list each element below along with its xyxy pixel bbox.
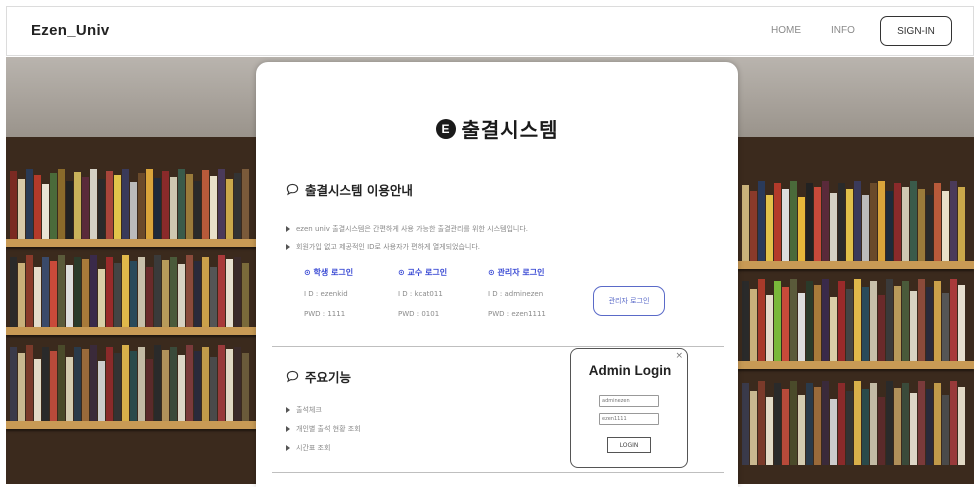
student-login-info: ⊙ 학생 로그인 I D : ezenkid PWD : 1111 bbox=[304, 267, 353, 330]
bullet-arrow-icon bbox=[286, 445, 290, 451]
guide-bullet: ezen univ 출결시스템은 간편하게 사용 가능한 출결관리를 위한 시스… bbox=[286, 224, 528, 234]
admin-login-label: ⊙ 관리자 로그인 bbox=[488, 268, 545, 277]
student-login-label: ⊙ 학생 로그인 bbox=[304, 268, 354, 277]
bullet-arrow-icon bbox=[286, 244, 290, 250]
admin-login-button[interactable]: 관리자 로그인 bbox=[593, 286, 665, 316]
admin-login-popup: × Admin Login LOGIN bbox=[570, 348, 688, 468]
left-bookshelf bbox=[6, 137, 258, 484]
feature-bullet-text: 개인별 출석 현황 조회 bbox=[296, 425, 361, 433]
guide-section-title: 출결시스템 이용안내 bbox=[305, 183, 413, 198]
nav-home-link[interactable]: HOME bbox=[771, 25, 801, 36]
brand-logo[interactable]: Ezen_Univ bbox=[31, 22, 110, 39]
book-row bbox=[742, 381, 966, 465]
admin-pwd-text: PWD : ezen1111 bbox=[488, 310, 546, 318]
shelf-board bbox=[6, 421, 258, 429]
sign-in-button[interactable]: SIGN-IN bbox=[880, 16, 952, 46]
admin-login-info: ⊙ 관리자 로그인 I D : adminezen PWD : ezen1111 bbox=[488, 267, 546, 330]
features-section-title: 주요기능 bbox=[305, 370, 352, 385]
shelf-board bbox=[6, 239, 258, 247]
feature-bullet: 출석체크 bbox=[286, 405, 322, 415]
admin-id-text: I D : adminezen bbox=[488, 290, 544, 298]
popup-login-button[interactable]: LOGIN bbox=[607, 437, 651, 453]
shelf-board bbox=[736, 261, 974, 269]
professor-login-label: ⊙ 교수 로그인 bbox=[398, 268, 448, 277]
section-divider bbox=[272, 472, 724, 473]
features-section-heading: 주요기능 bbox=[286, 367, 351, 386]
shelf-board bbox=[736, 361, 974, 369]
guide-bullet-text: ezen univ 출결시스템은 간편하게 사용 가능한 출결관리를 위한 시스… bbox=[296, 225, 529, 233]
e-logo-icon: E bbox=[435, 118, 456, 139]
close-icon[interactable]: × bbox=[675, 351, 683, 361]
top-navbar: Ezen_Univ HOME INFO SIGN-IN bbox=[6, 6, 974, 56]
right-bookshelf bbox=[736, 137, 974, 484]
professor-login-info: ⊙ 교수 로그인 I D : kcat011 PWD : 0101 bbox=[398, 267, 447, 330]
feature-bullet: 개인별 출석 현황 조회 bbox=[286, 424, 361, 434]
nav-info-link[interactable]: INFO bbox=[831, 25, 855, 36]
bullet-arrow-icon bbox=[286, 407, 290, 413]
feature-bullet-text: 출석체크 bbox=[296, 406, 322, 414]
chat-bubble-icon bbox=[286, 370, 299, 383]
feature-bullet-text: 시간표 조회 bbox=[296, 444, 331, 452]
guide-bullet-text: 회원가입 없고 제공적인 ID로 사용자가 편하게 열게되었습니다. bbox=[296, 243, 481, 251]
bullet-arrow-icon bbox=[286, 226, 290, 232]
page-title: E 출결시스템 bbox=[256, 114, 738, 143]
feature-bullet: 시간표 조회 bbox=[286, 443, 330, 453]
chat-bubble-icon bbox=[286, 183, 299, 196]
section-divider bbox=[272, 346, 724, 347]
admin-password-input[interactable] bbox=[599, 413, 659, 425]
guide-bullet: 회원가입 없고 제공적인 ID로 사용자가 편하게 열게되었습니다. bbox=[286, 242, 480, 252]
student-pwd-text: PWD : 1111 bbox=[304, 310, 346, 318]
book-row bbox=[742, 279, 966, 361]
shelf-board bbox=[6, 327, 258, 335]
page-title-text: 출결시스템 bbox=[461, 118, 559, 142]
book-row bbox=[10, 169, 250, 239]
professor-pwd-text: PWD : 0101 bbox=[398, 310, 440, 318]
guide-section-heading: 출결시스템 이용안내 bbox=[286, 180, 413, 199]
book-row bbox=[742, 181, 966, 261]
professor-id-text: I D : kcat011 bbox=[398, 290, 443, 298]
student-id-text: I D : ezenkid bbox=[304, 290, 348, 298]
book-row bbox=[10, 255, 250, 327]
bullet-arrow-icon bbox=[286, 426, 290, 432]
book-row bbox=[10, 345, 250, 421]
admin-id-input[interactable] bbox=[599, 395, 659, 407]
popup-title: Admin Login bbox=[588, 363, 672, 378]
